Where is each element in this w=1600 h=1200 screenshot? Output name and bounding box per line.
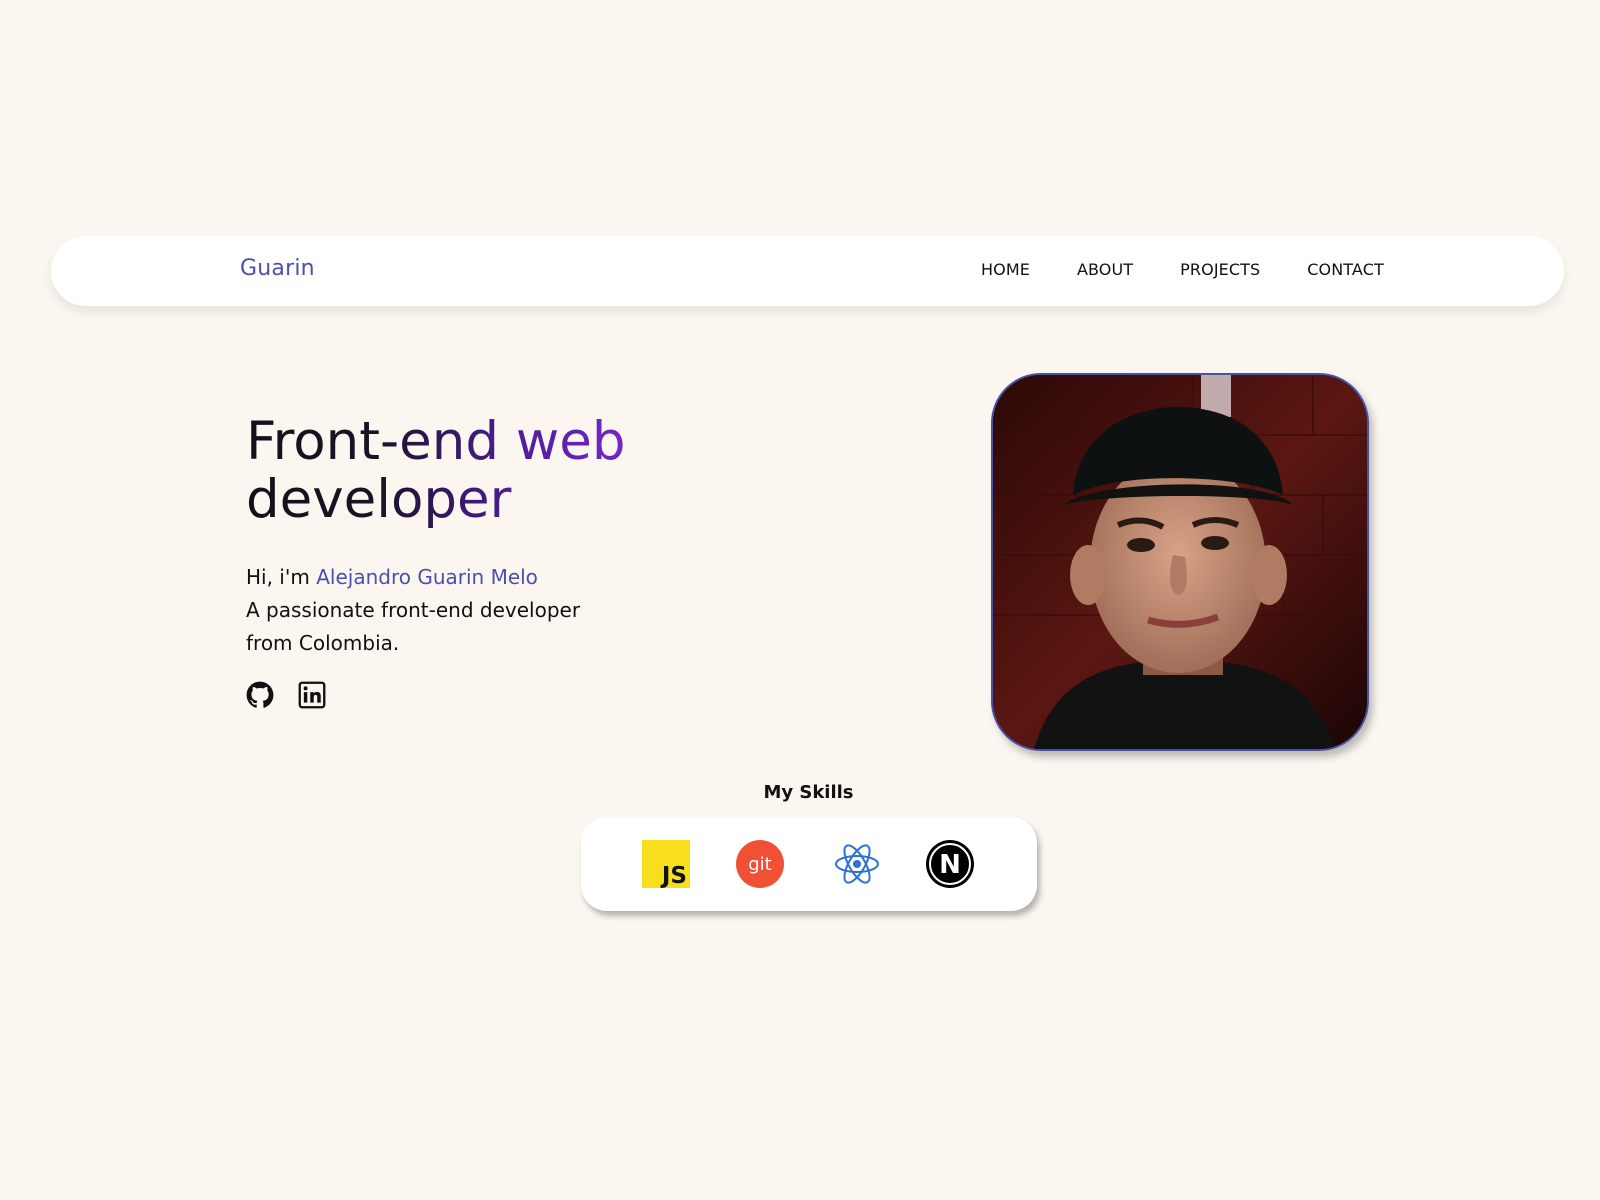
hero-tagline: A passionate front-end developer from Co… [246,598,581,655]
github-icon [246,681,274,708]
nav-link-home[interactable]: HOME [981,260,1030,279]
nextjs-icon: N [926,840,974,888]
nav-link-projects[interactable]: PROJECTS [1180,260,1260,279]
svg-text:git: git [748,854,771,875]
hero-intro: Hi, i'm Alejandro Guarin Melo A passiona… [246,561,606,660]
svg-text:JS: JS [660,863,687,888]
navbar: Guarin HOME ABOUT PROJECTS CONTACT [51,236,1564,306]
nav-links: HOME ABOUT PROJECTS CONTACT [981,260,1431,279]
linkedin-icon [298,681,326,709]
javascript-icon: JS [642,840,690,888]
profile-photo [991,373,1369,751]
nav-link-about[interactable]: ABOUT [1077,260,1133,279]
social-links [246,681,326,709]
nav-link-contact[interactable]: CONTACT [1307,260,1384,279]
hero-greeting: Hi, i'm [246,565,317,589]
react-icon [835,844,879,884]
github-link[interactable] [246,681,274,709]
svg-text:N: N [939,850,961,880]
skills-card: JS git N [581,817,1037,911]
skills-heading: My Skills [763,782,854,803]
brand-logo-link[interactable]: Guarin [240,256,315,281]
profile-photo-illustration [993,375,1367,749]
linkedin-link[interactable] [298,681,326,709]
hero-title: Front-end web developer [246,413,686,529]
git-icon: git [736,840,784,888]
hero-name: Alejandro Guarin Melo [316,565,538,589]
